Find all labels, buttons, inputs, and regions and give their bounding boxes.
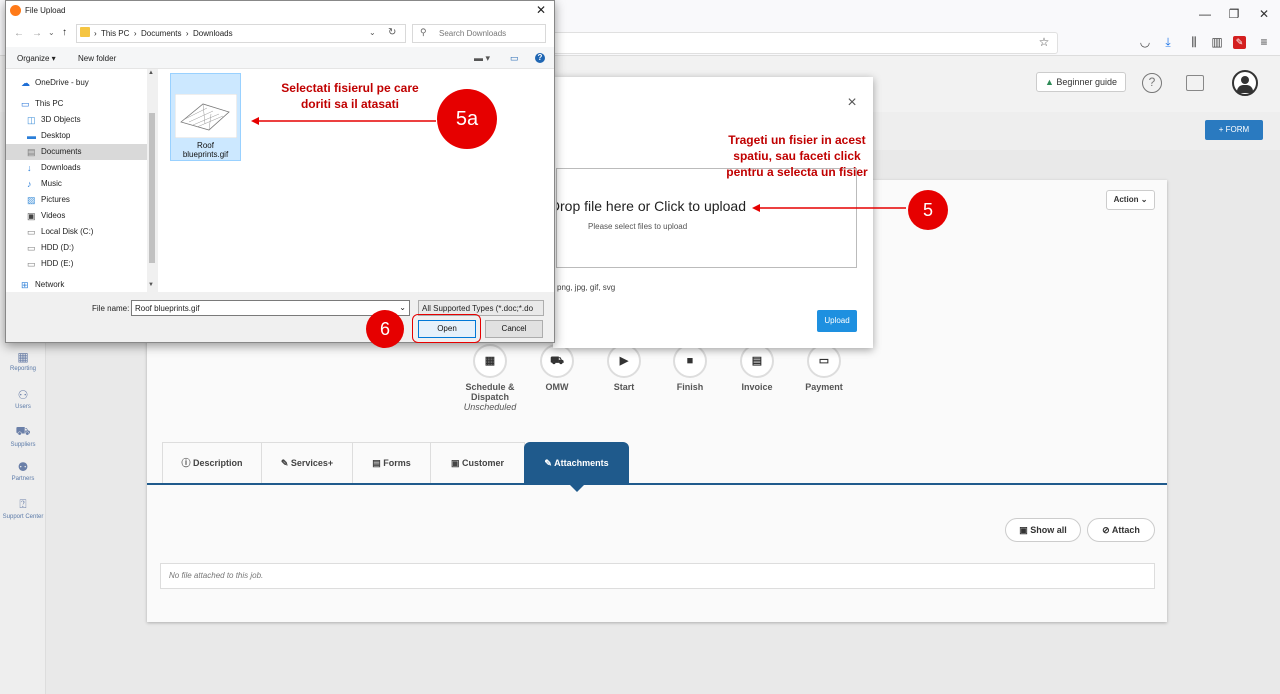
annotation-arrows — [251, 117, 906, 212]
